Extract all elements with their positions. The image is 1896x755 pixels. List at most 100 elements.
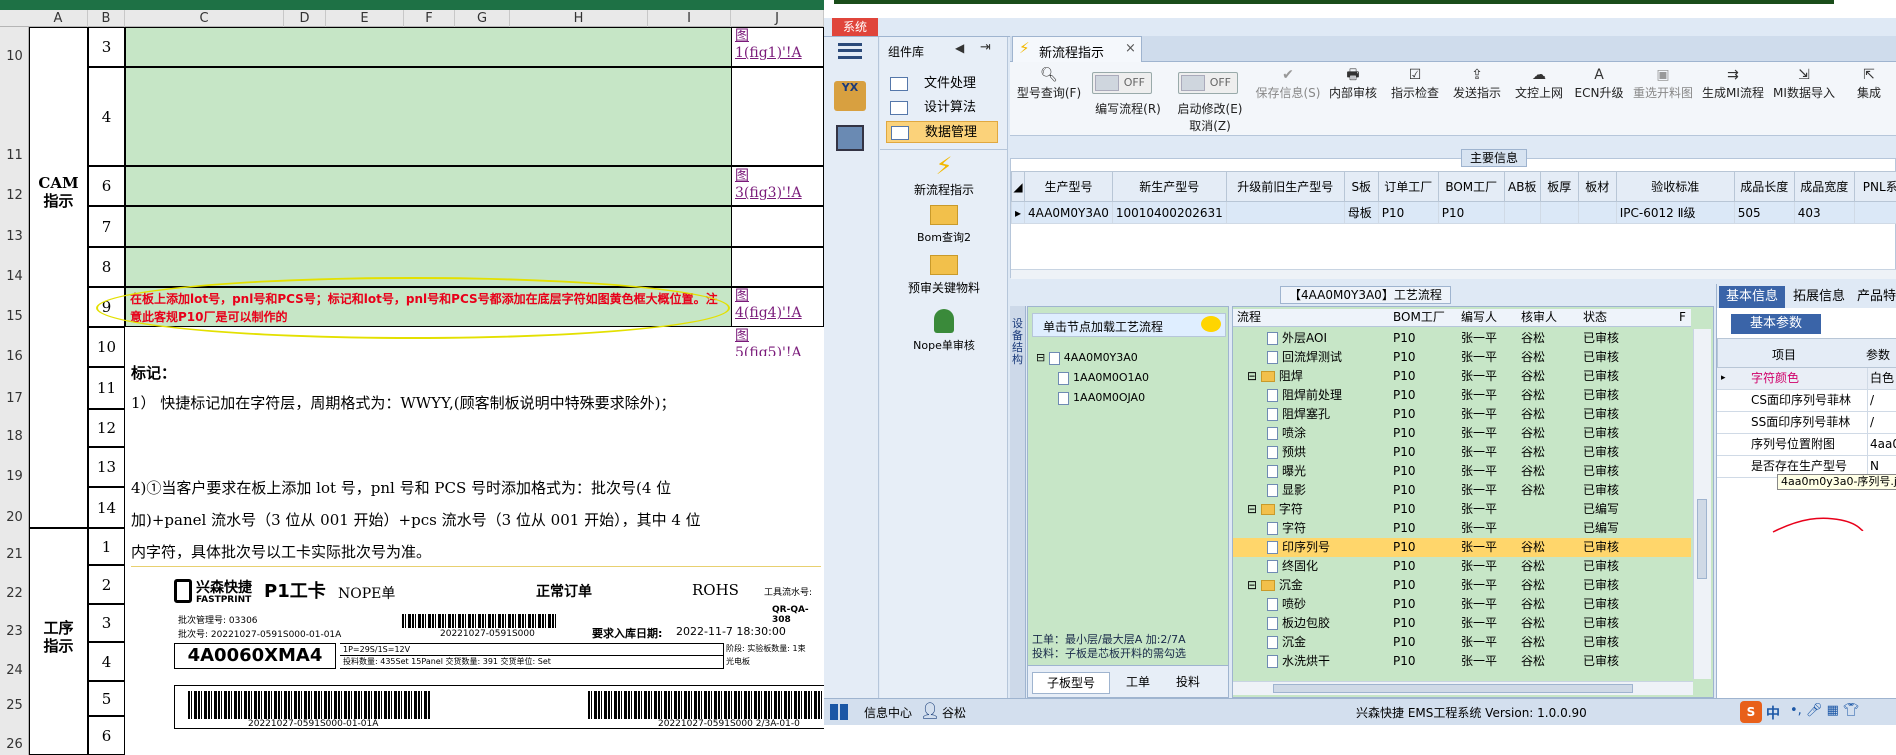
- tab-sub-board[interactable]: 子板型号: [1032, 672, 1110, 694]
- figure-link[interactable]: 图 5(fig5)'!A: [735, 328, 823, 356]
- row-header-12[interactable]: 12: [0, 188, 29, 203]
- tab-basic-info[interactable]: 基本信息: [1719, 286, 1785, 308]
- col-header-A[interactable]: A: [29, 10, 88, 27]
- figure-link[interactable]: 图 1(fig1)'!A: [735, 28, 823, 64]
- main-col-header[interactable]: 成品长度: [1733, 171, 1795, 202]
- main-col-header[interactable]: 订单工厂: [1377, 171, 1439, 202]
- cell-b[interactable]: 5: [88, 681, 125, 716]
- flow-row[interactable]: ⊟ 字符 P10 张一平 已编写: [1233, 500, 1691, 519]
- row-header-11[interactable]: 11: [0, 148, 29, 163]
- tree-root[interactable]: ⊟ 4AA0M0Y3A0: [1036, 351, 1138, 365]
- tab-feed[interactable]: 投料: [1164, 672, 1212, 694]
- row-header-10[interactable]: 10: [0, 49, 29, 64]
- info-center-link[interactable]: 信息中心: [864, 704, 912, 721]
- flow-row[interactable]: 外层AOI P10 张一平 谷松 已审核: [1233, 329, 1691, 348]
- col-header-D[interactable]: D: [284, 10, 326, 27]
- save-button[interactable]: ✔ 保存信息(S): [1254, 66, 1322, 101]
- col-header-G[interactable]: G: [455, 10, 510, 27]
- row-header-25[interactable]: 25: [0, 698, 29, 713]
- flow-row[interactable]: 喷涂 P10 张一平 谷松 已审核: [1233, 424, 1691, 443]
- tab-close-icon[interactable]: ×: [1125, 41, 1136, 56]
- process-label-cell[interactable]: 工序 指示: [29, 528, 88, 755]
- cell-b[interactable]: 4: [88, 67, 125, 166]
- tab-work-order[interactable]: 工单: [1114, 672, 1162, 694]
- cell-j[interactable]: [731, 206, 824, 247]
- flow-row[interactable]: 终固化 P10 张一平 谷松 已审核: [1233, 557, 1691, 576]
- flow-row[interactable]: 预烘 P10 张一平 谷松 已审核: [1233, 443, 1691, 462]
- tool-new-flow[interactable]: ⚡ 新流程指示: [880, 151, 1008, 198]
- flow-row[interactable]: ⊟ 阻焊 P10 张一平 谷松 已审核: [1233, 367, 1691, 386]
- grid-icon[interactable]: [830, 704, 848, 720]
- integrate-button[interactable]: ⇱ 集成: [1842, 66, 1896, 101]
- yx-app-icon[interactable]: YX: [834, 81, 866, 111]
- main-col-header[interactable]: 新生产型号: [1111, 171, 1227, 202]
- cell-b[interactable]: 8: [88, 247, 125, 287]
- flow-hscroll[interactable]: [1233, 681, 1693, 695]
- tool-bom-query[interactable]: Bom查询2: [880, 205, 1008, 245]
- main-cell[interactable]: [1539, 201, 1579, 224]
- flow-row[interactable]: ⊟ 沉金 P10 张一平 谷松 已审核: [1233, 576, 1691, 595]
- system-tab[interactable]: 系统: [832, 18, 878, 36]
- cell-b[interactable]: 1: [88, 528, 125, 565]
- tree-child-1[interactable]: 1AA0M0O1A0: [1058, 371, 1149, 385]
- upload-web-button[interactable]: ☁ 文控上网: [1508, 66, 1570, 101]
- main-col-header[interactable]: S板: [1343, 171, 1379, 202]
- nav-design-algorithm[interactable]: 设计算法: [886, 97, 998, 119]
- ime-tools-icons[interactable]: •, 🎤︎ ▦ 👕︎: [1790, 703, 1860, 718]
- check-button[interactable]: ☑ 指示检查: [1384, 66, 1446, 101]
- main-info-hscroll[interactable]: [1011, 269, 1896, 279]
- main-cell[interactable]: [1503, 201, 1541, 224]
- row-header-19[interactable]: 19: [0, 469, 29, 484]
- col-header-F[interactable]: F: [404, 10, 455, 27]
- param-row[interactable]: SS面印序列号菲林 /: [1717, 412, 1896, 434]
- main-col-header[interactable]: 板材: [1577, 171, 1617, 202]
- col-header-H[interactable]: H: [510, 10, 648, 27]
- cell-c-merged[interactable]: [125, 206, 732, 247]
- flow-row[interactable]: 印序列号 P10 张一平 谷松 已审核: [1233, 538, 1691, 557]
- cam-label-cell[interactable]: CAM 指示: [29, 27, 88, 528]
- flow-row[interactable]: 喷砂 P10 张一平 谷松 已审核: [1233, 595, 1691, 614]
- cell-c-merged[interactable]: [125, 67, 732, 166]
- tool-nope-review[interactable]: Nope单审核: [880, 309, 1008, 353]
- param-row[interactable]: ▸ 字符颜色 白色: [1717, 368, 1896, 390]
- flow-row[interactable]: 曝光 P10 张一平 谷松 已审核: [1233, 462, 1691, 481]
- panel-pin-icon[interactable]: ⇥: [980, 40, 991, 55]
- row-header-20[interactable]: 20: [0, 510, 29, 525]
- row-header-22[interactable]: 22: [0, 586, 29, 601]
- row-header-16[interactable]: 16: [0, 349, 29, 364]
- enable-edit-toggle[interactable]: OFF: [1178, 72, 1238, 94]
- tree-child-2[interactable]: 1AA0M0OJA0: [1058, 391, 1145, 405]
- main-col-header[interactable]: 板厚: [1539, 171, 1579, 202]
- cell-b[interactable]: 6: [88, 716, 125, 755]
- vertical-tab-label[interactable]: 设备结构: [1012, 318, 1024, 366]
- main-col-header[interactable]: 生产型号: [1024, 171, 1113, 202]
- cancel-button[interactable]: 取消(Z): [1170, 117, 1250, 134]
- cell-b[interactable]: 10: [88, 327, 125, 367]
- col-header-I[interactable]: I: [648, 10, 731, 27]
- cell-b[interactable]: 4: [88, 642, 125, 681]
- row-header-17[interactable]: 17: [0, 391, 29, 406]
- main-cell[interactable]: [1577, 201, 1617, 224]
- flow-row[interactable]: 板边包胶 P10 张一平 谷松 已审核: [1233, 614, 1691, 633]
- row-header-14[interactable]: 14: [0, 269, 29, 284]
- main-cell[interactable]: P10: [1377, 201, 1439, 224]
- main-cell[interactable]: P10: [1437, 201, 1505, 224]
- figure-link[interactable]: 图 3(fig3)'!A: [735, 168, 823, 204]
- main-cell[interactable]: 505: [1733, 201, 1795, 224]
- row-header-18[interactable]: 18: [0, 429, 29, 444]
- main-col-header[interactable]: PNL系: [1853, 171, 1896, 202]
- main-col-header[interactable]: 升级前旧生产型号: [1225, 171, 1345, 202]
- flow-row[interactable]: 阻焊塞孔 P10 张一平 谷松 已审核: [1233, 405, 1691, 424]
- row-header-13[interactable]: 13: [0, 229, 29, 244]
- tab-new-flow[interactable]: ⚡ 新流程指示 ×: [1012, 36, 1142, 62]
- flow-row[interactable]: 阻焊前处理 P10 张一平 谷松 已审核: [1233, 386, 1691, 405]
- main-cell[interactable]: 4AA0M0Y3A0: [1024, 201, 1113, 224]
- flow-row[interactable]: 回流焊测试 P10 张一平 谷松 已审核: [1233, 348, 1691, 367]
- col-header-B[interactable]: B: [88, 10, 125, 27]
- cell-b[interactable]: 11: [88, 367, 125, 409]
- flow-row[interactable]: 字符 P10 张一平 已编写: [1233, 519, 1691, 538]
- cell-b[interactable]: 6: [88, 166, 125, 206]
- row-header-24[interactable]: 24: [0, 663, 29, 678]
- row-header-23[interactable]: 23: [0, 624, 29, 639]
- cell-b[interactable]: 12: [88, 409, 125, 447]
